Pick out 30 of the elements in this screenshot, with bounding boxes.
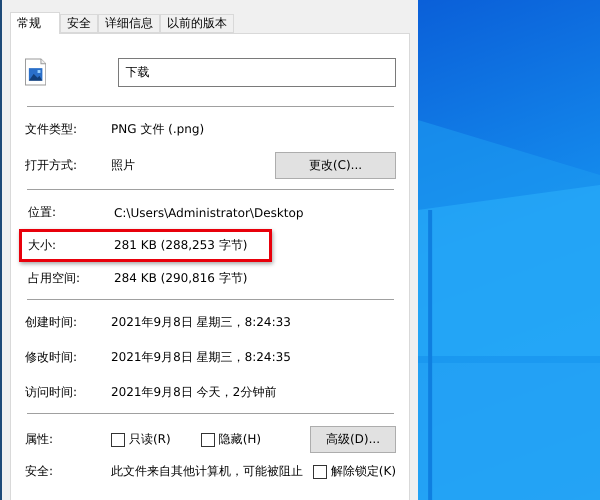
- tab[interactable]: 以前的版本: [160, 14, 234, 33]
- security-text: 此文件来自其他计算机，可能被阻止: [111, 463, 304, 480]
- tab[interactable]: 安全: [60, 14, 98, 33]
- field-label: 修改时间:: [25, 349, 78, 366]
- field-label: 位置:: [28, 204, 58, 221]
- field-label: 文件类型:: [25, 121, 78, 138]
- checkbox[interactable]: 解除锁定(K): [312, 463, 396, 480]
- change-button[interactable]: 更改(C)...: [275, 152, 396, 179]
- field-value: 2021年9月8日 星期三，8:24:35: [111, 349, 291, 366]
- field-value: 2021年9月8日 星期三，8:24:33: [111, 314, 291, 331]
- tab[interactable]: 详细信息: [98, 14, 160, 33]
- field-label: 创建时间:: [25, 314, 78, 331]
- field-label: 属性:: [25, 431, 54, 448]
- field-value: 281 KB (288,253 字节): [114, 237, 248, 254]
- field-value: 2021年9月8日 今天，2分钟前: [111, 384, 276, 401]
- field-value: PNG 文件 (.png): [111, 121, 204, 138]
- tab[interactable]: 常规: [10, 12, 60, 34]
- field-value: C:\Users\Administrator\Desktop: [114, 206, 304, 220]
- checkbox[interactable]: 只读(R): [111, 431, 171, 448]
- field-label: 访问时间:: [25, 384, 78, 401]
- field-label: 大小:: [28, 237, 58, 254]
- field-label: 占用空间:: [28, 270, 82, 287]
- advanced-button[interactable]: 高级(D)...: [310, 426, 396, 453]
- field-value: 照片: [111, 157, 135, 174]
- field-label: 打开方式:: [25, 157, 78, 174]
- field-label: 安全:: [25, 463, 54, 480]
- checkbox[interactable]: 隐藏(H): [200, 431, 262, 448]
- image-file-icon: [25, 58, 46, 86]
- file-name-field[interactable]: 下载: [118, 58, 396, 86]
- field-value: 284 KB (290,816 字节): [114, 270, 248, 287]
